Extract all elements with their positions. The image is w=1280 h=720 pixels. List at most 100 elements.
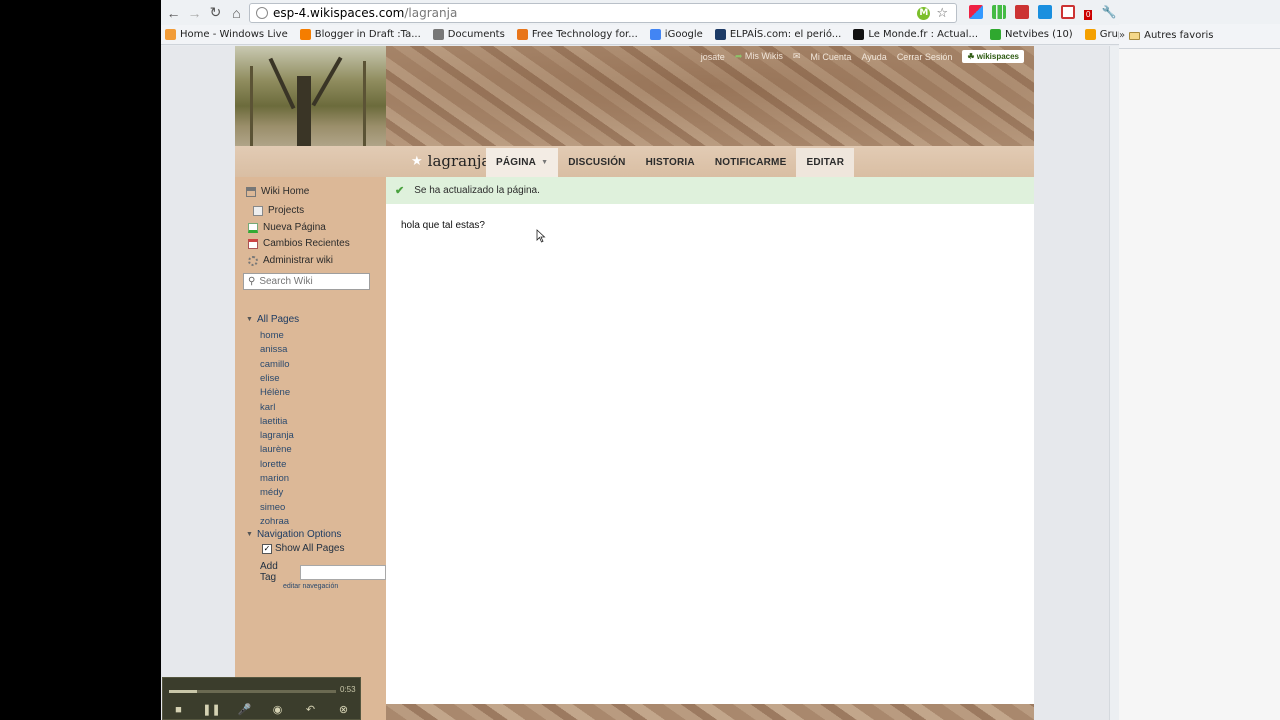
bookmark-item[interactable]: Free Technology for... <box>516 29 638 40</box>
sidebar-item-new-page[interactable]: Nueva Página <box>248 222 326 233</box>
reload-icon[interactable]: ↻ <box>205 2 226 23</box>
sidebar-item-wiki-home[interactable]: Wiki Home <box>246 186 309 197</box>
page-link[interactable]: simeo <box>260 502 285 513</box>
username-link[interactable]: josate <box>701 52 725 62</box>
user-navigation: josate ➦ Mis Wikis ✉ Mi Cuenta Ayuda Cer… <box>701 50 1024 63</box>
page-scrollbar[interactable] <box>1109 46 1119 720</box>
sidebar-item-label: Cambios Recientes <box>263 238 350 249</box>
page-link[interactable]: laurène <box>260 444 292 455</box>
navigation-options-header[interactable]: ▼ Navigation Options <box>246 529 341 540</box>
bookmark-label: Documents <box>447 29 505 40</box>
seek-bar[interactable] <box>169 690 336 693</box>
pdf-icon[interactable] <box>1015 5 1029 19</box>
bookmark-item[interactable]: Blogger in Draft :Ta... <box>299 29 421 40</box>
other-bookmarks[interactable]: » Autres favoris <box>1119 24 1280 49</box>
bookmark-label: Le Monde.fr : Actual... <box>868 29 979 40</box>
page-link[interactable]: home <box>260 330 284 341</box>
triangle-down-icon: ▼ <box>246 316 253 323</box>
delicious-icon[interactable] <box>1038 5 1052 19</box>
bookmark-item[interactable]: Netvibes (10) <box>990 29 1073 40</box>
page-link[interactable]: elise <box>260 373 280 384</box>
mouse-cursor-icon <box>536 229 546 243</box>
wiki-logo-photo[interactable] <box>235 46 386 146</box>
my-wikis-link[interactable]: ➦ Mis Wikis <box>735 51 783 62</box>
bookmark-item[interactable]: Grupo RTVE <box>1084 29 1119 40</box>
arrow-icon: ➦ <box>734 51 743 61</box>
seek-progress <box>169 690 198 693</box>
star-icon[interactable]: ★ <box>411 154 423 169</box>
bookmark-favicon-icon <box>432 29 444 40</box>
sidebar-item-manage[interactable]: Administrar wiki <box>248 255 333 266</box>
add-tag-input[interactable] <box>300 564 386 580</box>
url-host: esp-4.wikispaces.com <box>273 6 405 20</box>
chevron-down-icon[interactable]: ▼ <box>541 159 548 166</box>
edit-navigation-link[interactable]: editar navegación <box>283 583 338 590</box>
page-link[interactable]: camillo <box>260 359 290 370</box>
bookmark-label: Blogger in Draft :Ta... <box>314 29 421 40</box>
page-link[interactable]: lagranja <box>260 430 294 441</box>
sidebar-item-label: Wiki Home <box>261 186 310 197</box>
home-icon[interactable]: ⌂ <box>226 2 247 23</box>
address-bar[interactable]: esp-4.wikispaces.com /lagranja M ☆ <box>249 3 957 23</box>
stop-icon[interactable]: ■ <box>171 703 186 716</box>
page-body-text: hola que tal estas? <box>401 220 485 231</box>
add-tag-row: Add Tag <box>260 561 386 583</box>
chevron-right-icon[interactable]: » <box>1119 26 1125 46</box>
house-icon <box>246 186 256 197</box>
page-link[interactable]: médy <box>260 487 283 498</box>
show-all-checkbox[interactable]: ✓ <box>262 543 272 554</box>
bookmark-item[interactable]: Home - Windows Live <box>165 29 288 40</box>
bookmark-label: Home - Windows Live <box>180 29 288 40</box>
close-icon[interactable]: ⊗ <box>336 703 351 716</box>
bookmark-favicon-icon <box>714 29 726 40</box>
bookmark-item[interactable]: Documents <box>432 29 505 40</box>
search-input[interactable] <box>259 276 360 287</box>
gmail-icon[interactable] <box>1061 5 1075 19</box>
extension-m-icon[interactable]: M <box>917 6 931 20</box>
page-link[interactable]: karl <box>260 402 275 413</box>
account-link[interactable]: Mi Cuenta <box>810 52 851 62</box>
help-link[interactable]: Ayuda <box>861 52 886 62</box>
bookmark-favicon-icon <box>853 29 865 40</box>
sidebar-item-projects[interactable]: Projects <box>253 205 304 216</box>
page-link[interactable]: anissa <box>260 344 287 355</box>
microphone-icon[interactable]: 🎤 <box>237 703 252 716</box>
page-link[interactable]: Hélène <box>260 387 290 398</box>
bookmark-item[interactable]: ELPAÍS.com: el perió... <box>714 29 841 40</box>
bookmark-favicon-icon <box>299 29 311 40</box>
wikispaces-logo[interactable]: ☘ wikispaces <box>962 50 1024 63</box>
sidebar-item-recent-changes[interactable]: Cambios Recientes <box>248 238 350 249</box>
bookmark-item[interactable]: Le Monde.fr : Actual... <box>853 29 978 40</box>
tab-discussion[interactable]: DISCUSIÓN <box>558 148 635 177</box>
wikispaces-label: wikispaces <box>976 52 1019 61</box>
tab-notify[interactable]: NOTIFICARME <box>705 148 797 177</box>
extension-puzzle-icon[interactable] <box>969 5 983 19</box>
pause-icon[interactable]: ❚❚ <box>202 703 220 716</box>
search-wiki-field[interactable]: ⚲ <box>243 273 370 290</box>
tab-page[interactable]: PÁGINA ▼ <box>486 148 559 177</box>
bookmark-star-icon[interactable]: ☆ <box>936 6 948 21</box>
forward-icon[interactable]: → <box>184 2 205 23</box>
bookmark-item[interactable]: iGoogle <box>649 29 703 40</box>
back-icon[interactable]: ← <box>163 2 184 23</box>
page-link[interactable]: zohraa <box>260 516 289 527</box>
wiki-sidebar: Wiki Home Projects Nueva Página Cambios … <box>235 177 386 720</box>
show-all-pages-option[interactable]: ✓ Show All Pages <box>262 543 345 554</box>
all-pages-header[interactable]: ▼ All Pages <box>246 314 299 325</box>
browser-toolbar: ← → ↻ ⌂ esp-4.wikispaces.com /lagranja M… <box>161 0 1119 25</box>
tab-edit[interactable]: EDITAR <box>796 148 855 177</box>
success-notice: ✔ Se ha actualizado la página. <box>386 177 1034 204</box>
page-link[interactable]: laetitia <box>260 416 287 427</box>
sidebar-item-label: Projects <box>268 205 305 216</box>
page-link[interactable]: lorette <box>260 459 286 470</box>
mail-icon[interactable]: ✉ <box>793 51 801 62</box>
tab-history[interactable]: HISTORIA <box>636 148 705 177</box>
wrench-icon[interactable]: 🔧 <box>1101 5 1116 20</box>
logout-link[interactable]: Cerrar Sesión <box>897 52 953 62</box>
other-bookmarks-label: Autres favoris <box>1144 30 1214 41</box>
undo-icon[interactable]: ↶ <box>303 703 318 716</box>
webcam-icon[interactable]: ◉ <box>270 703 285 716</box>
media-time: 0:53 <box>340 685 356 694</box>
page-link[interactable]: marion <box>260 473 289 484</box>
signal-icon[interactable] <box>992 5 1006 19</box>
